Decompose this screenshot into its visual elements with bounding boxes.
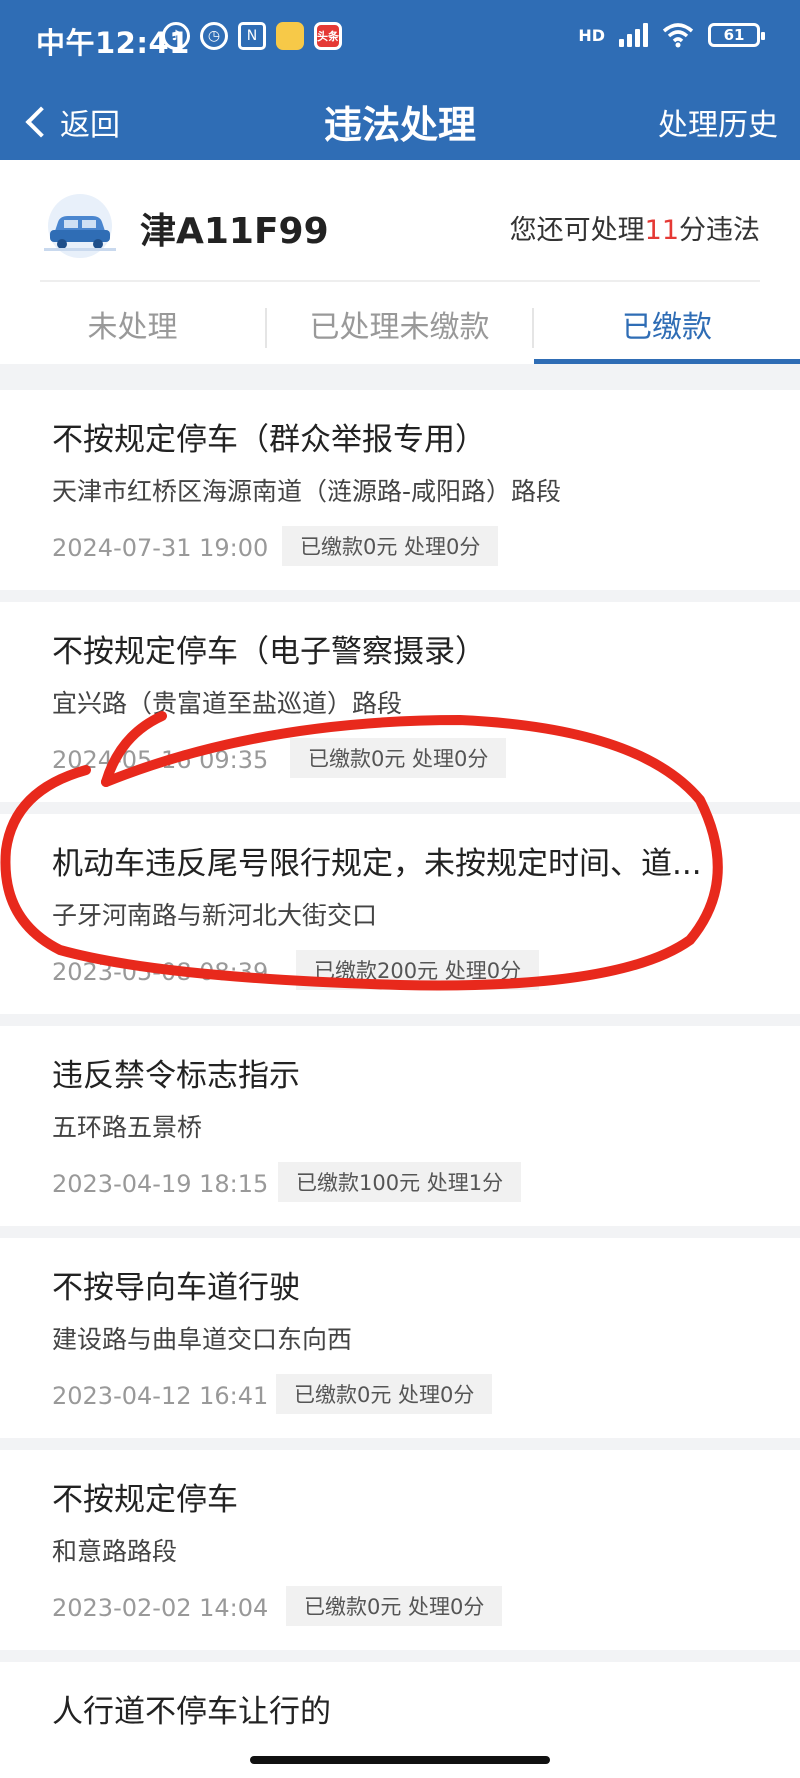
status-badge: 已缴款200元 处理0分 (296, 950, 540, 990)
status-badge: 已缴款100元 处理1分 (278, 1162, 522, 1202)
list-item[interactable]: 不按规定停车（电子警察摄录） 宜兴路（贵富道至盐巡道）路段 2024-05-16… (0, 602, 800, 802)
violation-title: 不按规定停车（群众举报专用） (52, 422, 486, 458)
list-item[interactable]: 违反禁令标志指示 五环路五景桥 2023-04-19 18:15 已缴款100元… (0, 1026, 800, 1226)
violation-date: 2023-04-12 16:41 (52, 1382, 269, 1410)
plate-number: 津A11F99 (140, 211, 329, 252)
battery-icon: 61 (708, 23, 765, 47)
violation-title: 机动车违反尾号限行规定，未按规定时间、道... (52, 846, 702, 882)
violation-date: 2024-07-31 19:00 (52, 534, 269, 562)
car-icon (44, 194, 116, 258)
home-indicator[interactable] (250, 1756, 550, 1764)
status-badge: 已缴款0元 处理0分 (290, 738, 507, 778)
signal-icon (619, 23, 648, 47)
status-badge: 已缴款0元 处理0分 (276, 1374, 493, 1414)
chevron-left-icon (25, 106, 57, 138)
history-button[interactable]: 处理历史 (658, 100, 778, 144)
tab-paid[interactable]: 已缴款 (534, 284, 800, 364)
bell-off-icon: ♪ (162, 22, 190, 50)
network-type: HD (578, 25, 605, 45)
nfc-icon: N (238, 22, 266, 50)
violation-title: 不按规定停车（电子警察摄录） (52, 634, 486, 670)
remaining-suffix: 分违法 (679, 215, 760, 246)
violation-title: 不按规定停车 (52, 1482, 238, 1518)
toutiao-label: 头条 (317, 30, 339, 43)
nav-bar: 返回 违法处理 处理历史 (0, 80, 800, 160)
wifi-icon (662, 23, 694, 48)
violation-title: 不按导向车道行驶 (52, 1270, 300, 1306)
list-item[interactable]: 不按规定停车（群众举报专用） 天津市红桥区海源南道（涟源路-咸阳路）路段 202… (0, 390, 800, 590)
violation-date: 2023-02-02 14:04 (52, 1594, 269, 1622)
violation-title: 人行道不停车让行的 (52, 1694, 331, 1730)
remaining-points: 您还可处理11分违法 (510, 208, 760, 247)
tab-processed-unpaid[interactable]: 已处理未缴款 (267, 284, 532, 364)
status-badge: 已缴款0元 处理0分 (286, 1586, 503, 1626)
toutiao-icon: 头条 (314, 22, 342, 50)
status-bar: 中午12:41 ♪ ◷ N 头条 HD 61 (0, 0, 800, 80)
violation-title: 违反禁令标志指示 (52, 1058, 300, 1094)
tab-unprocessed[interactable]: 未处理 (0, 284, 265, 364)
violation-location: 天津市红桥区海源南道（涟源路-咸阳路）路段 (52, 477, 562, 506)
violation-location: 子牙河南路与新河北大街交口 (52, 901, 378, 930)
battery-level: 61 (723, 26, 745, 44)
app-header: 中午12:41 ♪ ◷ N 头条 HD 61 返回 违法处理 处理历史 (0, 0, 800, 160)
remaining-prefix: 您还可处理 (509, 215, 645, 246)
list-item[interactable]: 不按导向车道行驶 建设路与曲阜道交口东向西 2023-04-12 16:41 已… (0, 1238, 800, 1438)
back-label: 返回 (60, 108, 120, 143)
status-badge: 已缴款0元 处理0分 (282, 526, 499, 566)
status-right: HD 61 (578, 22, 765, 48)
violation-date: 2023-05-08 08:39 (52, 958, 269, 986)
vehicle-header: 津A11F99 您还可处理11分违法 未处理 已处理未缴款 已缴款 (0, 160, 800, 364)
status-icons: ♪ ◷ N 头条 (162, 22, 342, 50)
app-icon (276, 22, 304, 50)
list-item[interactable]: 不按规定停车 和意路路段 2023-02-02 14:04 已缴款0元 处理0分 (0, 1450, 800, 1650)
plate-row: 津A11F99 您还可处理11分违法 (40, 182, 760, 282)
violation-location: 建设路与曲阜道交口东向西 (52, 1325, 353, 1354)
alarm-icon: ◷ (200, 22, 228, 50)
violation-date: 2024-05-16 09:35 (52, 746, 269, 774)
violation-location: 和意路路段 (52, 1537, 178, 1566)
status-tabs: 未处理 已处理未缴款 已缴款 (0, 284, 800, 364)
violation-date: 2023-04-19 18:15 (52, 1170, 269, 1198)
back-button[interactable]: 返回 (22, 100, 120, 144)
remaining-points-number: 11 (644, 215, 679, 246)
violation-location: 五环路五景桥 (52, 1113, 203, 1142)
list-item[interactable]: 机动车违反尾号限行规定，未按规定时间、道... 子牙河南路与新河北大街交口 20… (0, 814, 800, 1014)
violation-location: 宜兴路（贵富道至盐巡道）路段 (52, 689, 403, 718)
